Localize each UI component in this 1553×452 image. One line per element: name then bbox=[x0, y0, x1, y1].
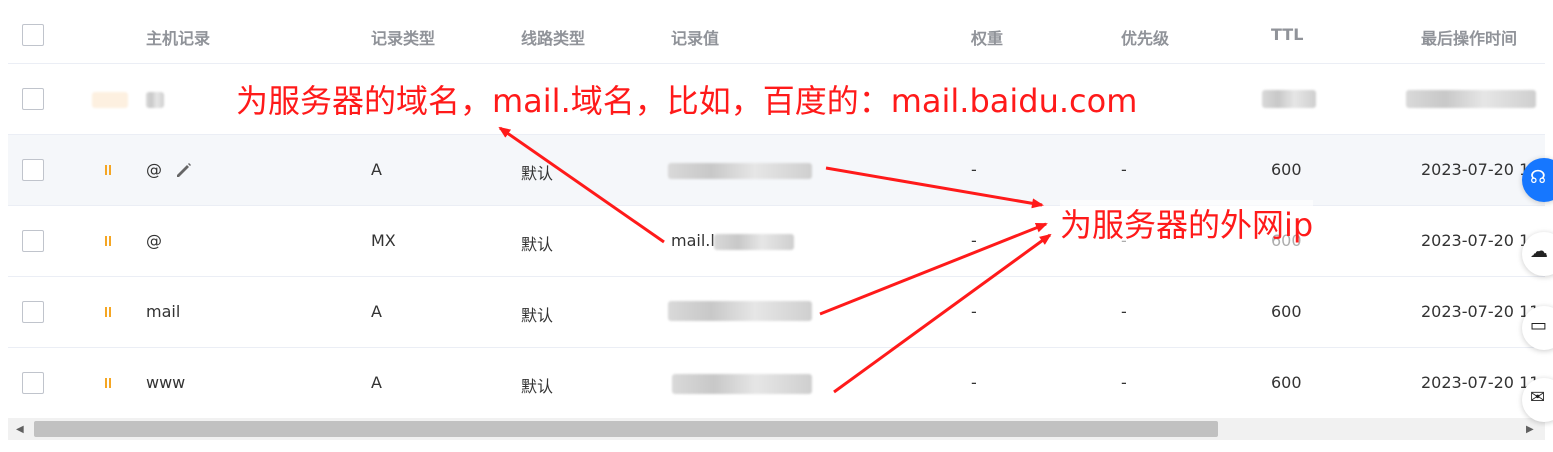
arrow-row1-ip bbox=[825, 166, 1044, 209]
annotation-arrows bbox=[498, 126, 1052, 394]
arrow-to-domain-note bbox=[498, 126, 665, 244]
arrow-row4-ip bbox=[833, 233, 1052, 394]
arrow-row3-ip bbox=[819, 222, 1048, 316]
